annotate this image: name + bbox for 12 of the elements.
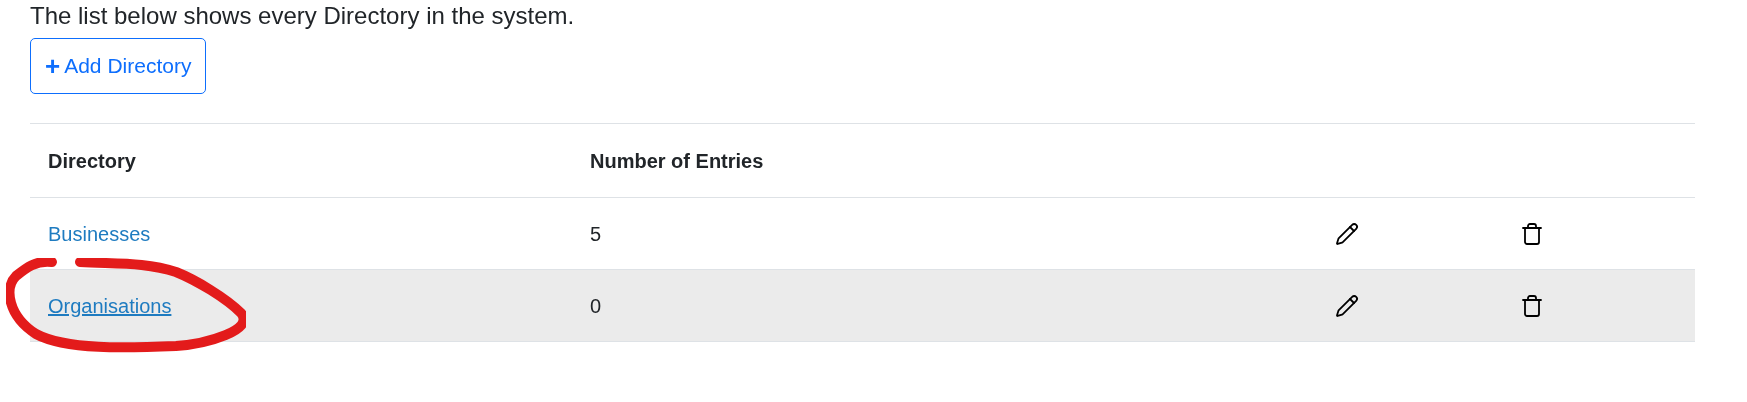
delete-icon[interactable]	[1520, 293, 1544, 318]
column-header: Number of Entries	[590, 149, 764, 172]
edit-icon[interactable]	[1335, 221, 1359, 246]
entry-count: 0	[590, 294, 602, 317]
column-header: Directory	[48, 149, 136, 172]
intro-text: The list below shows every Directory in the system.	[30, 2, 576, 30]
directory-link[interactable]: Businesses	[48, 222, 151, 245]
add-directory-button[interactable]: +Add Directory	[30, 38, 207, 94]
entry-count: 5	[590, 222, 602, 245]
directory-link[interactable]: Organisations	[48, 294, 172, 317]
delete-icon[interactable]	[1520, 221, 1544, 246]
edit-icon[interactable]	[1335, 293, 1359, 318]
